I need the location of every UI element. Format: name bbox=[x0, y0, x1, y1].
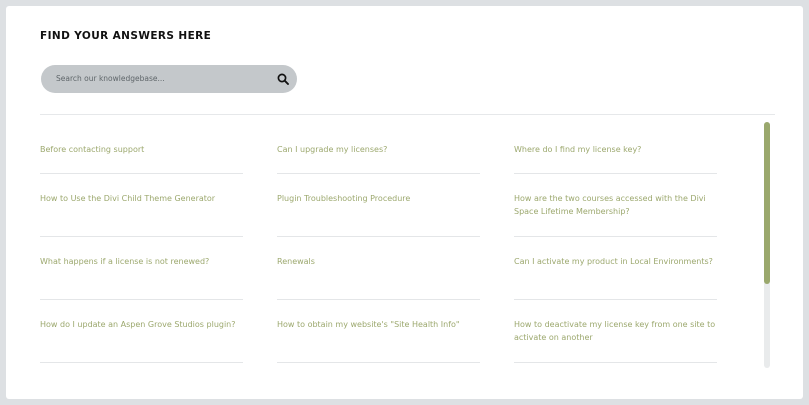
faq-link[interactable]: Plugin Troubleshooting Procedure bbox=[277, 192, 480, 205]
faq-item: Can I activate my product in Local Envir… bbox=[514, 255, 717, 268]
faq-item: How to Use the Divi Child Theme Generato… bbox=[40, 192, 243, 205]
faq-item: Before contacting support bbox=[40, 143, 243, 156]
faq-link[interactable]: Before contacting support bbox=[40, 143, 243, 156]
faq-link[interactable]: Can I upgrade my licenses? bbox=[277, 143, 480, 156]
faq-link[interactable]: What happens if a license is not renewed… bbox=[40, 255, 243, 268]
scrollbar-thumb[interactable] bbox=[764, 122, 770, 284]
row-divider bbox=[277, 362, 480, 363]
row-divider bbox=[277, 299, 480, 300]
page-title: FIND YOUR ANSWERS HERE bbox=[40, 30, 212, 42]
faq-item: Can I upgrade my licenses? bbox=[277, 143, 480, 156]
faq-link[interactable]: How are the two courses accessed with th… bbox=[514, 192, 717, 218]
row-divider bbox=[277, 236, 480, 237]
faq-item: Where do I find my license key? bbox=[514, 143, 717, 156]
row-divider bbox=[514, 173, 717, 174]
knowledgebase-panel: FIND YOUR ANSWERS HERE Before contacting… bbox=[6, 6, 803, 399]
row-divider bbox=[514, 236, 717, 237]
faq-link[interactable]: How to obtain my website's "Site Health … bbox=[277, 318, 480, 331]
faq-link[interactable]: Renewals bbox=[277, 255, 480, 268]
faq-item: How do I update an Aspen Grove Studios p… bbox=[40, 318, 243, 331]
scrollbar[interactable] bbox=[764, 122, 770, 368]
row-divider bbox=[514, 362, 717, 363]
faq-item: Renewals bbox=[277, 255, 480, 268]
faq-item: How are the two courses accessed with th… bbox=[514, 192, 717, 218]
faq-item: How to obtain my website's "Site Health … bbox=[277, 318, 480, 331]
faq-link[interactable]: Where do I find my license key? bbox=[514, 143, 717, 156]
row-divider bbox=[277, 173, 480, 174]
search-icon[interactable] bbox=[277, 73, 289, 85]
row-divider bbox=[40, 173, 243, 174]
faq-item: How to deactivate my license key from on… bbox=[514, 318, 717, 344]
faq-link[interactable]: How to deactivate my license key from on… bbox=[514, 318, 717, 344]
faq-link[interactable]: Can I activate my product in Local Envir… bbox=[514, 255, 717, 268]
faq-link[interactable]: How do I update an Aspen Grove Studios p… bbox=[40, 318, 243, 331]
search-input[interactable] bbox=[56, 65, 256, 93]
faq-link[interactable]: How to Use the Divi Child Theme Generato… bbox=[40, 192, 243, 205]
row-divider bbox=[40, 362, 243, 363]
row-divider bbox=[40, 236, 243, 237]
faq-item: Plugin Troubleshooting Procedure bbox=[277, 192, 480, 205]
search-bar[interactable] bbox=[41, 65, 297, 93]
faq-item: What happens if a license is not renewed… bbox=[40, 255, 243, 268]
faq-grid: Before contacting support Can I upgrade … bbox=[40, 115, 760, 399]
row-divider bbox=[40, 299, 243, 300]
row-divider bbox=[514, 299, 717, 300]
